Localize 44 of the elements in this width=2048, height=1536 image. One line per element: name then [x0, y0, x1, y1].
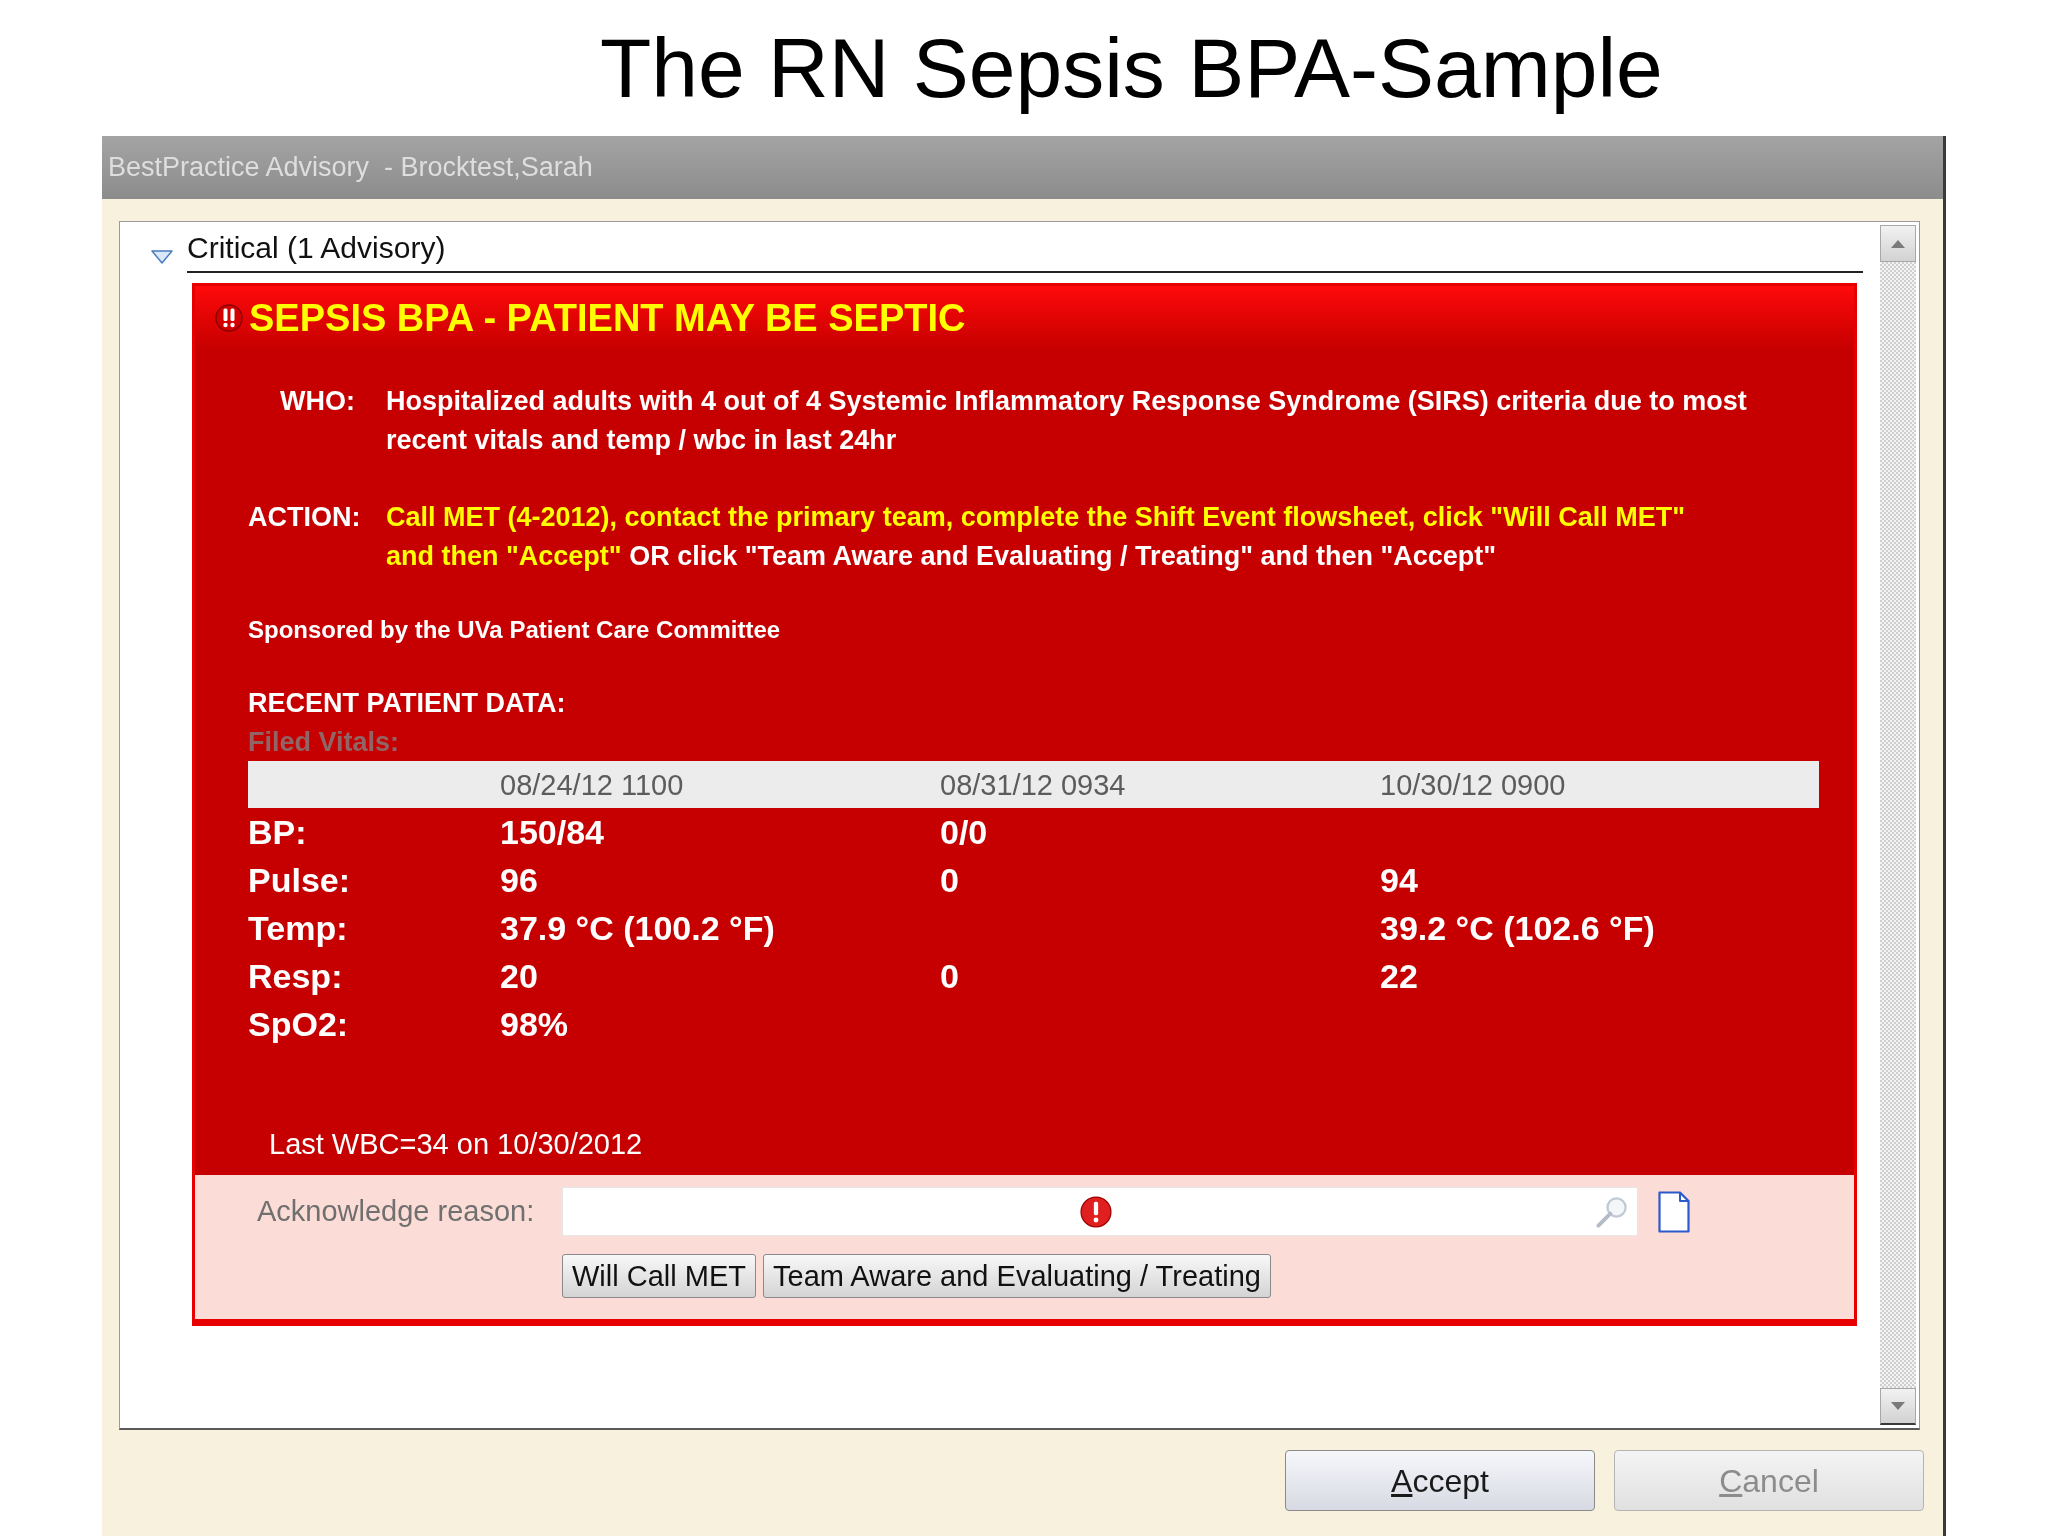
row-header: Pulse:	[248, 860, 351, 900]
caret-down-icon	[1891, 1402, 1905, 1410]
sponsor-note: Sponsored by the UVa Patient Care Committee	[248, 616, 782, 644]
table-cell: 22	[1380, 956, 1418, 996]
reason-button[interactable]: Team Aware and Evaluating / Treating	[763, 1254, 1271, 1298]
table-cell: 39.2 °C (102.6 °F)	[1380, 908, 1655, 948]
document-icon[interactable]	[1658, 1190, 1690, 1233]
who-label: WHO:	[279, 385, 355, 418]
table-cell: 0	[940, 956, 959, 996]
window-title: BestPractice Advisory - Brocktest,Sarah	[108, 151, 593, 185]
scroll-up-button[interactable]	[1880, 225, 1916, 262]
table-cell: 150/84	[500, 812, 604, 852]
scroll-down-button[interactable]	[1880, 1388, 1916, 1425]
row-header: Resp:	[248, 956, 343, 996]
acknowledge-label: Acknowledge reason:	[257, 1193, 536, 1229]
who-text: Hospitalized adults with 4 out of 4 Systemic Inflammatory Response Syndrome (SIRS) criteria due to most recent vitals and temp / wbc in last 24hr	[386, 385, 1748, 457]
alert-icon	[1080, 1195, 1112, 1228]
table-cell: 20	[500, 956, 538, 996]
row-header: SpO2:	[248, 1004, 349, 1044]
table-cell: 37.9 °C (100.2 °F)	[500, 908, 775, 948]
last-wbc-note: Last WBC=34 on 10/30/2012	[268, 1127, 644, 1161]
table-cell: 0/0	[940, 812, 988, 852]
search-icon[interactable]	[1595, 1194, 1629, 1229]
caret-up-icon	[1891, 239, 1905, 248]
reason-button[interactable]: Will Call MET	[562, 1254, 756, 1298]
column-header: 10/30/12 0900	[1380, 767, 1566, 802]
acknowledge-reason-field[interactable]	[562, 1187, 1638, 1236]
recent-data-heading: RECENT PATIENT DATA:	[248, 687, 567, 719]
action-text: Call MET (4-2012), contact the primary team, complete the Shift Event flowsheet, click "Will Call MET" and then "Accept" OR click "Team Aware and Evaluating / Treating" and then "Accept"	[386, 501, 1687, 573]
table-cell: 94	[1380, 860, 1418, 900]
table-cell: 0	[940, 860, 959, 900]
accept-button[interactable]: Accept	[1285, 1450, 1595, 1511]
column-header: 08/24/12 1100	[500, 767, 684, 802]
column-header: 08/31/12 0934	[940, 767, 1126, 802]
row-header: Temp:	[248, 908, 348, 948]
caret-icon[interactable]	[151, 250, 173, 264]
row-header: BP:	[248, 812, 307, 852]
table-cell: 96	[500, 860, 538, 900]
double-exclamation-icon	[215, 304, 243, 332]
filed-vitals-heading: Filed Vitals:	[248, 726, 401, 758]
table-cell: 98%	[500, 1004, 569, 1044]
advisory-title: SEPSIS BPA - PATIENT MAY BE SEPTIC	[249, 296, 966, 340]
slide-title: The RN Sepsis BPA-Sample	[600, 20, 1663, 117]
section-title[interactable]: Critical (1 Advisory)	[187, 231, 446, 264]
